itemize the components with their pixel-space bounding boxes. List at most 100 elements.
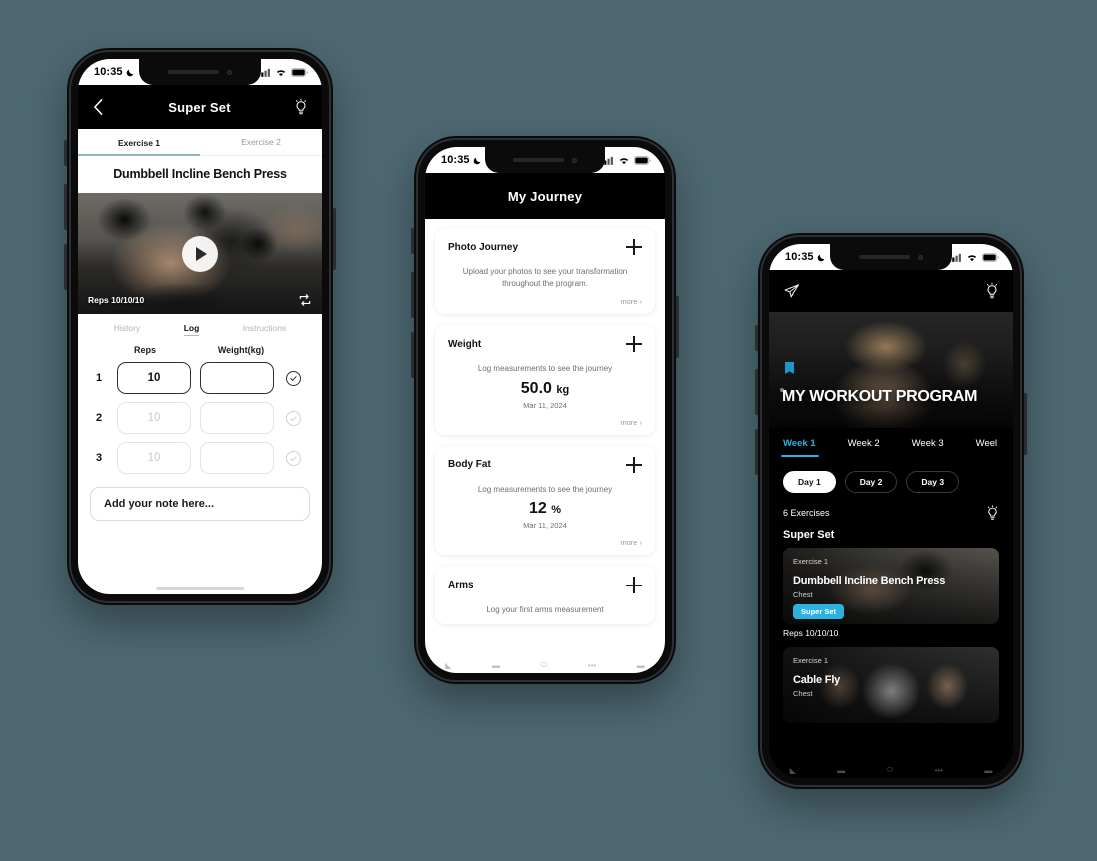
exercise-card-cable-fly[interactable]: Exercise 1 Cable Fly Chest xyxy=(783,647,999,723)
log-column-headers: Reps Weight(kg) xyxy=(78,343,322,358)
journey-card-photo[interactable]: Photo Journey Upload your photos to see … xyxy=(435,228,655,315)
earpiece-speaker xyxy=(513,158,564,162)
nav-recents-icon[interactable]: ▬ xyxy=(492,661,500,670)
nav-home-icon[interactable]: ⬭ xyxy=(886,765,893,775)
card-value: 12 xyxy=(528,500,547,518)
exercise-video-player[interactable]: Reps 10/10/10 xyxy=(78,193,322,314)
repeat-icon[interactable] xyxy=(298,293,312,307)
nav-recents-icon[interactable]: ▬ xyxy=(837,766,845,775)
tab-exercise-2[interactable]: Exercise 2 xyxy=(200,129,322,156)
reps-input-set-3[interactable]: 10 xyxy=(117,442,191,474)
status-time: 10:35 xyxy=(441,154,470,166)
nav-overflow-icon[interactable]: ••• xyxy=(935,766,943,775)
tab-exercise-1[interactable]: Exercise 1 xyxy=(78,129,200,156)
card-date: Mar 11, 2024 xyxy=(523,521,567,531)
phone1-mute-switch xyxy=(64,140,67,166)
phone2-android-navbar: ◣ ▬ ⬭ ••• ▬ xyxy=(425,657,665,673)
page-title: Super Set xyxy=(168,99,231,115)
tab-week-2[interactable]: Week 2 xyxy=(848,438,880,457)
status-indicators xyxy=(949,252,999,262)
tab-week-3[interactable]: Week 3 xyxy=(912,438,944,457)
note-input[interactable]: Add your note here... xyxy=(90,487,310,521)
crescent-moon-icon xyxy=(126,69,133,76)
lightbulb-icon[interactable] xyxy=(985,282,999,300)
card-unit: % xyxy=(551,504,562,517)
nav-dismiss-icon[interactable]: ▬ xyxy=(984,766,992,775)
nav-home-icon[interactable]: ⬭ xyxy=(540,660,547,670)
lightbulb-icon[interactable] xyxy=(294,98,308,116)
phone2-app-header: My Journey xyxy=(425,173,665,219)
phone3-notch xyxy=(830,244,952,270)
card-title: Arms xyxy=(448,579,474,591)
plus-icon[interactable] xyxy=(626,336,642,353)
nav-dismiss-icon[interactable]: ▬ xyxy=(637,661,645,670)
chevron-left-icon[interactable] xyxy=(92,98,105,116)
lightbulb-icon[interactable] xyxy=(986,505,999,521)
tab-history[interactable]: History xyxy=(114,323,140,335)
phone1-volume-up xyxy=(64,184,67,230)
tab-week-1-label: Week 1 xyxy=(783,438,816,449)
day-chip-1[interactable]: Day 1 xyxy=(783,471,836,493)
card-more-link[interactable]: more › xyxy=(448,538,642,547)
paper-plane-icon[interactable] xyxy=(783,283,800,300)
reps-input-set-1[interactable]: 10 xyxy=(117,362,191,394)
journey-card-arms[interactable]: Arms Log your first arms measurement xyxy=(435,566,655,624)
phone3-power-button xyxy=(1024,393,1027,455)
card-value: 50.0 xyxy=(520,379,552,397)
phone3-android-navbar: ◣ ▬ ⬭ ••• ▬ xyxy=(769,762,1013,778)
exercise-card-dumbbell-incline-bench-press[interactable]: Exercise 1 Dumbbell Incline Bench Press … xyxy=(783,548,999,624)
wifi-icon xyxy=(967,254,977,261)
phone3-status-bar: 10:35 xyxy=(769,244,1013,270)
status-time-group: 10:35 xyxy=(441,154,482,166)
day-chip-3[interactable]: Day 3 xyxy=(906,471,960,493)
set-complete-checkmark-1[interactable] xyxy=(286,370,301,386)
page-title: My Journey xyxy=(507,188,583,204)
phone1-volume-down xyxy=(64,244,67,290)
status-indicators xyxy=(601,155,651,165)
set-row: 1 10 xyxy=(78,358,322,398)
phone1-power-button xyxy=(333,208,336,270)
play-button-icon[interactable] xyxy=(182,235,218,272)
tab-exercise-2-label: Exercise 2 xyxy=(241,137,281,147)
tab-instructions[interactable]: Instructions xyxy=(243,323,286,335)
nav-overflow-icon[interactable]: ••• xyxy=(588,661,596,670)
tab-week-1[interactable]: Week 1 xyxy=(781,438,819,457)
card-subtitle: Upload your photos to see your transform… xyxy=(462,267,628,288)
day-chip-2[interactable]: Day 2 xyxy=(844,471,898,493)
journey-card-bodyfat[interactable]: Body Fat Log measurements to see the jou… xyxy=(435,445,655,556)
card-more-link[interactable]: more › xyxy=(448,418,642,427)
tab-log-label: Log xyxy=(183,323,200,333)
column-header-weight: Weight(kg) xyxy=(217,345,265,355)
phone3-screen: 10:35 MY WORKOUT PROGRAM Week 1 Week 2 W… xyxy=(769,244,1013,778)
status-time: 10:35 xyxy=(785,251,814,263)
plus-icon[interactable] xyxy=(626,239,642,255)
super-set-badge: Super Set xyxy=(793,604,845,619)
weight-input-set-1[interactable] xyxy=(200,362,274,394)
plus-icon[interactable] xyxy=(626,456,642,473)
journey-card-weight[interactable]: Weight Log measurements to see the journ… xyxy=(435,325,655,435)
card-title: Weight xyxy=(448,338,482,350)
exercise-card-label: Exercise 1 xyxy=(793,557,829,566)
set-complete-checkmark-2[interactable] xyxy=(286,410,301,426)
card-subtitle: Log measurements to see the journey xyxy=(477,484,613,494)
set-complete-checkmark-3[interactable] xyxy=(286,450,301,466)
plus-icon[interactable] xyxy=(626,577,642,594)
earpiece-speaker xyxy=(167,70,220,74)
nav-back-icon[interactable]: ◣ xyxy=(790,766,796,775)
crescent-moon-icon xyxy=(473,157,480,164)
weight-input-set-2[interactable] xyxy=(200,402,274,434)
card-unit: kg xyxy=(556,383,570,396)
nav-back-icon[interactable]: ◣ xyxy=(445,661,451,670)
weight-input-set-3[interactable] xyxy=(200,442,274,474)
tab-week-4[interactable]: Weel xyxy=(976,438,997,457)
tab-log[interactable]: Log xyxy=(183,323,200,336)
status-time-group: 10:35 xyxy=(94,66,135,78)
hero-background-image xyxy=(769,312,1013,428)
home-indicator xyxy=(156,587,244,590)
tab-history-label: History xyxy=(113,323,141,333)
card-more-link[interactable]: more › xyxy=(448,297,642,306)
program-hero-banner: MY WORKOUT PROGRAM xyxy=(769,312,1013,428)
reps-input-set-2[interactable]: 10 xyxy=(117,402,191,434)
phone1-app-header: Super Set xyxy=(78,85,322,129)
exercise-card-name: Dumbbell Incline Bench Press xyxy=(793,575,946,587)
